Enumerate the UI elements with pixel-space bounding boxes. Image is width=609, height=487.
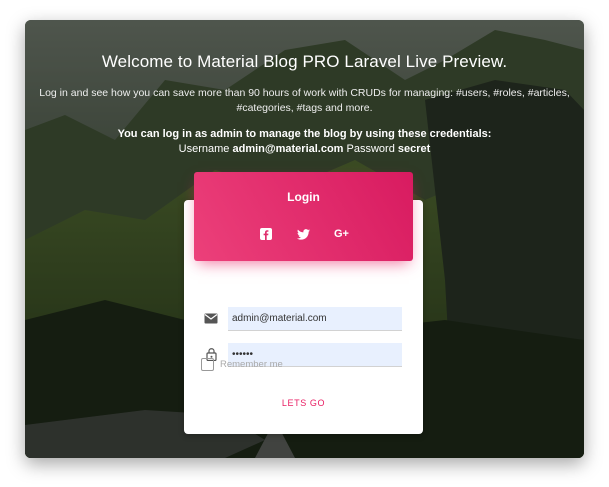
remember-label: Remember me	[220, 359, 283, 370]
email-row	[203, 310, 219, 326]
login-title: Login	[287, 190, 320, 204]
app-frame: Welcome to Material Blog PRO Laravel Liv…	[25, 20, 584, 458]
google-plus-glyph: G+	[334, 228, 349, 240]
username-label: Username	[178, 143, 230, 155]
twitter-icon[interactable]	[296, 227, 312, 241]
remember-checkbox[interactable]	[201, 358, 214, 371]
login-card-header: Login G+	[194, 172, 413, 261]
social-buttons: G+	[194, 227, 413, 241]
remember-me[interactable]: Remember me	[201, 358, 283, 371]
password-value: secret	[397, 143, 431, 155]
submit-button[interactable]: LETS GO	[184, 398, 423, 408]
google-plus-icon[interactable]: G+	[334, 227, 350, 241]
password-label: Password	[346, 143, 395, 155]
credentials-values: Username admin@material.com Password sec…	[25, 142, 584, 157]
credentials-line: You can log in as admin to manage the bl…	[117, 128, 492, 140]
email-icon	[203, 310, 219, 326]
welcome-title: Welcome to Material Blog PRO Laravel Liv…	[101, 52, 508, 71]
credentials-info: You can log in as admin to manage the bl…	[25, 127, 584, 157]
facebook-icon[interactable]	[258, 227, 274, 241]
username-value: admin@material.com	[232, 143, 344, 155]
email-field[interactable]	[228, 307, 402, 331]
page-content: Welcome to Material Blog PRO Laravel Liv…	[25, 20, 584, 458]
intro-text: Log in and see how you can save more tha…	[39, 87, 570, 114]
